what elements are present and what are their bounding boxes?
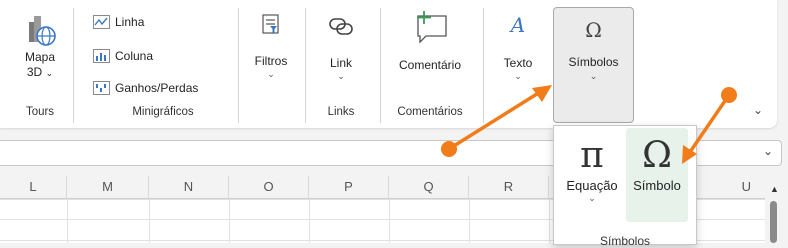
equation-label: Equação (566, 178, 618, 193)
sparkline-line-button[interactable]: Linha (93, 12, 144, 32)
sparkline-column-button[interactable]: Coluna (93, 46, 153, 66)
filters-label: Filtros (254, 54, 288, 68)
column-header[interactable]: L (0, 176, 67, 198)
pi-icon: π (580, 135, 604, 176)
symbols-button[interactable]: Ω Símbolos ⌄ (553, 7, 634, 123)
group-label-symbols: Símbolos (599, 234, 651, 248)
omega-icon: Ω (585, 18, 602, 42)
globe-map-icon (29, 16, 56, 46)
chevron-down-icon: ⌄ (589, 71, 598, 81)
group-label-links: Links (327, 106, 355, 118)
equation-button[interactable]: π Equação ⌄ (560, 128, 624, 222)
omega-icon: Ω (642, 135, 672, 176)
ribbon: Mapa 3D ⌄ Tours Linha Coluna Ganhos/Perd… (0, 0, 777, 128)
chevron-down-icon: ⌄ (337, 71, 345, 81)
map-3d-button[interactable]: Mapa 3D ⌄ (14, 12, 66, 81)
column-header[interactable]: P (309, 176, 389, 198)
symbols-dropdown: π Equação ⌄ Ω Símbolo Símbolos (553, 125, 697, 248)
text-button[interactable]: A Texto ⌄ (492, 14, 544, 81)
sparkline-winloss-label: Ganhos/Perdas (115, 81, 199, 95)
text-label: Texto (503, 56, 533, 70)
ribbon-expand-chevron-icon[interactable]: ⌄ (753, 103, 763, 117)
sparkline-column-label: Coluna (115, 49, 154, 63)
svg-text:A: A (509, 14, 525, 37)
filters-button[interactable]: Filtros ⌄ (246, 14, 296, 79)
column-header[interactable]: M (67, 176, 149, 198)
group-label-tours: Tours (25, 106, 55, 118)
group-label-comments: Comentários (397, 106, 463, 118)
column-header[interactable]: N (149, 176, 229, 198)
sparkline-winloss-icon (93, 81, 110, 95)
symbol-button[interactable]: Ω Símbolo (626, 128, 688, 222)
slicer-filter-icon (262, 14, 279, 34)
chevron-down-icon[interactable]: ⌄ (763, 144, 773, 158)
chevron-down-icon: ⌄ (267, 69, 275, 79)
sparkline-line-icon (93, 15, 110, 29)
scrollbar-thumb[interactable] (770, 201, 777, 243)
scroll-up-arrow-icon[interactable]: ▲ (770, 184, 779, 194)
column-header[interactable]: R (469, 176, 549, 198)
column-header[interactable]: O (229, 176, 309, 198)
group-label-sparklines: Minigráficos (132, 106, 194, 118)
column-header[interactable]: Q (389, 176, 469, 198)
link-icon (329, 18, 353, 35)
chevron-down-icon: ⌄ (514, 71, 522, 81)
link-label: Link (329, 56, 352, 70)
map-3d-label: Mapa (24, 50, 56, 64)
text-icon: A (509, 14, 525, 37)
new-comment-icon (417, 11, 447, 44)
chevron-down-icon: ⌄ (45, 68, 54, 78)
sparkline-column-icon (93, 49, 110, 63)
link-button[interactable]: Link ⌄ (313, 14, 369, 81)
comment-label: Comentário (398, 58, 462, 72)
sparkline-winloss-button[interactable]: Ganhos/Perdas (93, 78, 198, 98)
map-3d-sub-label: 3D (26, 65, 43, 79)
comment-button[interactable]: Comentário (388, 10, 472, 73)
column-header[interactable]: U (705, 176, 765, 198)
symbols-label: Símbolos (568, 55, 619, 69)
chevron-down-icon: ⌄ (588, 193, 596, 203)
sparkline-line-label: Linha (115, 15, 145, 29)
symbol-label: Símbolo (633, 178, 681, 193)
